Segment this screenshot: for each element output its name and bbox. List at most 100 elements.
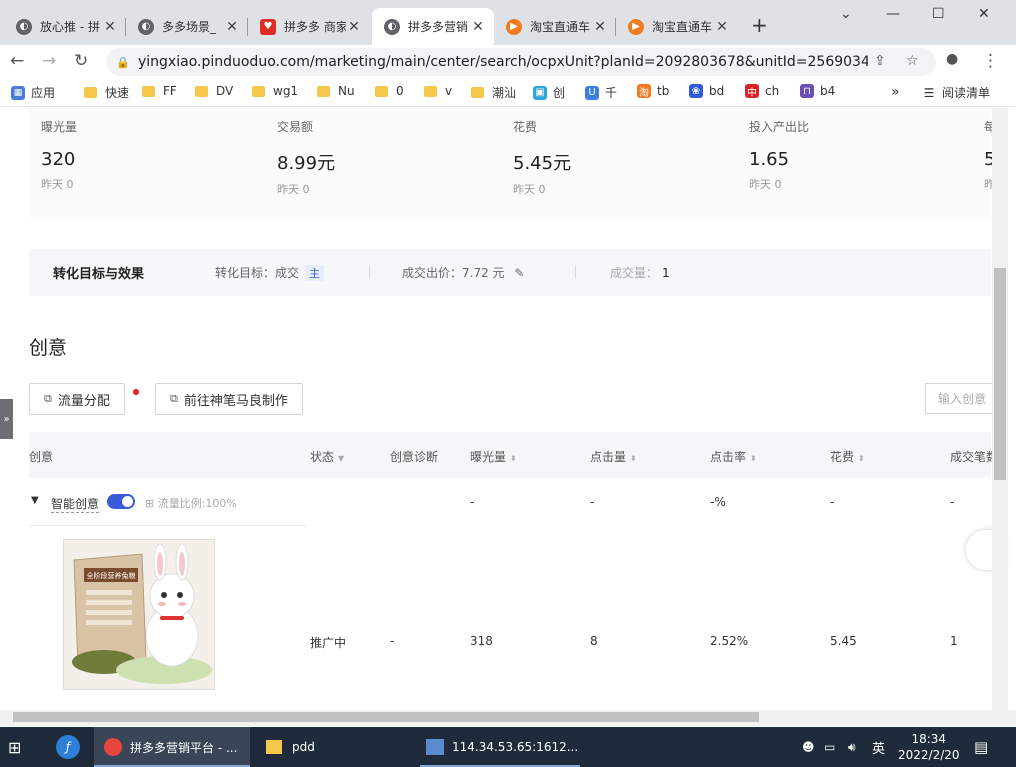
reload-icon[interactable]: ↻ [74,51,88,71]
sort-icon[interactable]: ⬍ [510,454,517,463]
column-header-status[interactable]: 状态 ▼ [310,448,344,465]
taobao-icon: 淘 [637,84,651,99]
bookmark-folder[interactable]: wg1 [252,84,298,98]
bookmark-folder[interactable]: 快速 [84,84,129,101]
column-header-sortable[interactable]: 点击率 ⬍ [710,448,757,465]
conversion-bid: 成交出价：7.72 元 ✎ [402,264,524,281]
column-header: 创意 [29,450,54,464]
notification-center-icon[interactable]: ▤ [974,727,988,767]
forward-icon[interactable]: → [42,51,56,71]
bookmark-link[interactable]: ❀ bd [689,84,724,98]
bookmark-apps[interactable]: ▦ 应用 [11,84,55,101]
sort-icon[interactable]: ⬍ [750,454,757,463]
traffic-allocation-button[interactable]: ⧉ 流量分配 [29,383,125,415]
group-cost: - [830,495,835,509]
close-tab-icon[interactable]: ✕ [346,19,362,35]
tab-title: 淘宝直通车 [530,20,591,34]
close-tab-icon[interactable]: ✕ [714,19,730,35]
bookmark-link[interactable]: 中 ch [745,84,779,99]
bilibili-icon: ▣ [533,85,547,100]
sliders-icon: ⧉ [170,392,178,405]
collapse-caret-icon[interactable]: ▼ [31,495,39,506]
goto-shenbi-button[interactable]: ⧉ 前往神笔马良制作 [155,383,303,415]
network-icon[interactable]: ▭ [824,727,835,767]
bookmark-folder[interactable]: 潮汕 [471,84,516,101]
bookmark-link[interactable]: 淘 tb [637,84,669,99]
globe-icon: ◐ [16,18,32,35]
apps-grid-icon: ▦ [11,85,25,100]
metric-label: 花费 [513,120,538,134]
bookmarks-overflow[interactable]: » [891,84,900,100]
metric-value: 320 [41,149,76,170]
side-expand-handle[interactable]: » [0,399,13,439]
creative-search-input[interactable]: 输入创意 [925,383,995,414]
column-header-sortable[interactable]: 曝光量 ⬍ [470,448,517,465]
bookmark-link[interactable]: ▣ 创 [533,84,565,101]
bookmark-star-icon[interactable]: ☆ [906,53,919,69]
address-bar[interactable]: 🔒 yingxiao.pinduoduo.com/marketing/main/… [106,48,936,76]
close-window-icon[interactable]: ✕ [978,6,990,22]
close-tab-icon[interactable]: ✕ [592,19,608,35]
metric-cost: 花费 5.45元 昨天 0 [513,118,571,197]
close-tab-icon[interactable]: ✕ [470,19,486,35]
bookmark-label: 应用 [31,86,56,100]
bookmark-label: v [445,84,453,98]
taskbar-remote-desktop[interactable]: 114.34.53.65:1612... [420,727,580,767]
browser-tab[interactable]: ◐ 多多场景_ ✕ [126,8,248,45]
maximize-icon[interactable]: ☐ [932,6,945,22]
tab-title: 多多场景_ [162,20,217,34]
bookmark-label: 快速 [105,86,130,100]
browser-tab[interactable]: ▶ 淘宝直通车 ✕ [616,8,738,45]
chrome-icon [104,738,122,756]
flash-app-icon[interactable]: ƒ [54,727,82,767]
taskbar-folder[interactable]: pdd [266,727,315,767]
bookmark-folder[interactable]: FF [142,84,177,98]
folder-icon [195,85,208,97]
tab-title: 拼多多 商家 [284,20,346,34]
profile-icon[interactable]: ● [946,51,958,67]
browser-tab-active[interactable]: ◐ 拼多多营销 ✕ [372,8,494,45]
bookmark-link[interactable]: U千 [585,84,617,101]
smart-creative-toggle[interactable] [107,494,135,509]
lock-icon[interactable]: 🔒 [116,56,130,69]
group-name: 智能创意 [51,497,100,513]
tab-search-icon[interactable]: ⌄ [840,6,852,22]
windows-start-icon[interactable]: ⊞ [8,727,21,767]
menu-icon[interactable]: ⋮ [982,51,999,71]
vertical-scroll-thumb[interactable] [994,268,1006,480]
bookmark-folder[interactable]: v [424,84,452,98]
metric-yesterday: 昨天 0 [513,183,546,196]
column-header-sortable[interactable]: 点击量 ⬍ [590,448,637,465]
bookmark-folder[interactable]: DV [195,84,233,98]
horizontal-scroll-thumb[interactable] [13,712,759,722]
bookmark-label: DV [216,84,234,98]
tray-user-icon[interactable]: ☻ [802,727,815,767]
browser-tab[interactable]: ▶ 淘宝直通车 ✕ [494,8,616,45]
bookmark-link[interactable]: ⊓ b4 [800,84,835,98]
creative-thumbnail[interactable]: 全阶段营养兔粮 [63,539,215,690]
taskbar-clock[interactable]: 18:34 2022/2/20 [898,727,960,767]
sort-icon[interactable]: ⬍ [630,454,637,463]
minimize-icon[interactable]: — [886,6,900,22]
new-tab-icon[interactable]: + [751,13,768,37]
close-tab-icon[interactable]: ✕ [102,19,118,35]
taskbar-chrome[interactable]: 拼多多营销平台 - ... [94,727,250,767]
volume-icon[interactable]: 🔊︎ [848,727,856,767]
back-icon[interactable]: ← [10,51,24,71]
column-header-sortable[interactable]: 花费 ⬍ [830,448,865,465]
taskbar-remote-label: 114.34.53.65:1612... [452,740,579,754]
close-tab-icon[interactable]: ✕ [224,19,240,35]
url-text[interactable]: yingxiao.pinduoduo.com/marketing/main/ce… [138,54,868,70]
folder-icon [424,85,437,97]
reading-list[interactable]: ☰ 阅读清单 [922,84,990,101]
sort-icon[interactable]: ⬍ [858,454,865,463]
ime-indicator[interactable]: 英 [872,727,885,767]
bookmark-folder[interactable]: 0 [375,84,404,98]
bookmark-folder[interactable]: Nu [317,84,355,98]
browser-tab[interactable]: ♥ 拼多多 商家 ✕ [248,8,370,45]
share-icon[interactable]: ⇪ [874,53,886,69]
shopping-bag-icon: ⊓ [800,84,814,98]
edit-icon[interactable]: ✎ [514,266,524,280]
browser-tab[interactable]: ◐ 放心推 - 拼 ✕ [4,8,126,45]
filter-icon[interactable]: ▼ [338,454,344,463]
